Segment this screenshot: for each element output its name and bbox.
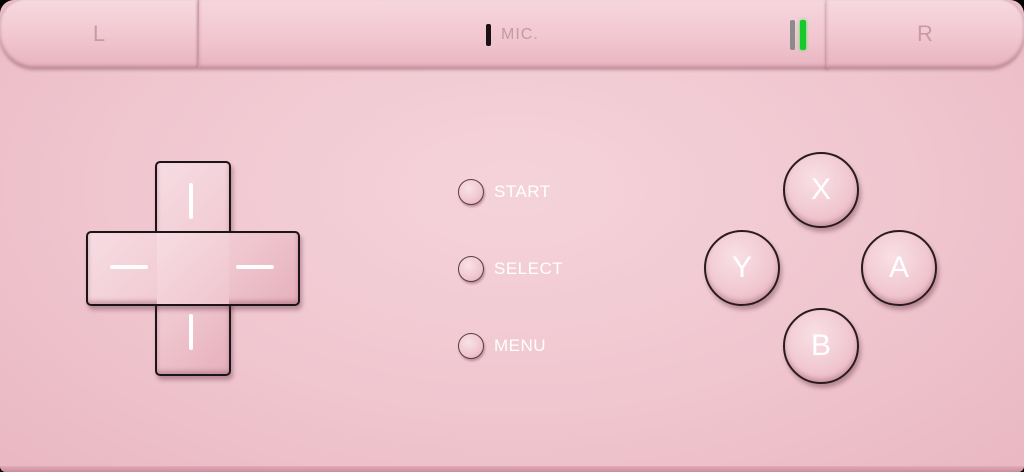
- a-button-label: A: [888, 251, 909, 284]
- mic-label: MIC.: [501, 26, 539, 43]
- mic-bar: MIC.: [198, 0, 828, 68]
- menu-button[interactable]: MENU: [458, 333, 546, 359]
- microphone-icon: [486, 24, 491, 46]
- select-label: SELECT: [494, 259, 564, 278]
- b-button-label: B: [810, 329, 831, 362]
- r-shoulder-label: R: [917, 21, 933, 46]
- charge-led-icon: [790, 20, 795, 50]
- start-button[interactable]: START: [458, 179, 551, 205]
- dpad: [86, 161, 300, 376]
- dpad-right-button[interactable]: [229, 233, 298, 304]
- r-shoulder-button[interactable]: R: [826, 0, 1024, 68]
- bottom-edge: [0, 466, 1024, 472]
- x-button[interactable]: X: [783, 152, 859, 228]
- y-button-label: Y: [731, 251, 752, 284]
- menu-button-circle: [458, 333, 484, 359]
- start-label: START: [494, 182, 551, 201]
- hinge-bar: L MIC. R: [0, 0, 1024, 70]
- dpad-left-button[interactable]: [86, 233, 157, 304]
- select-button[interactable]: SELECT: [458, 256, 563, 282]
- select-button-circle: [458, 256, 484, 282]
- power-led-icon: [800, 20, 806, 50]
- x-button-label: X: [810, 173, 831, 206]
- dpad-down-button[interactable]: [157, 304, 229, 374]
- start-button-circle: [458, 179, 484, 205]
- b-button[interactable]: B: [783, 308, 859, 384]
- dpad-up-button[interactable]: [157, 161, 229, 231]
- menu-label: MENU: [494, 336, 547, 355]
- l-shoulder-button[interactable]: L: [0, 0, 198, 68]
- console-body: L MIC. R START SELECT MENU X Y A B: [0, 0, 1024, 472]
- a-button[interactable]: A: [861, 230, 937, 306]
- dpad-center: [157, 233, 229, 304]
- l-shoulder-label: L: [92, 21, 106, 46]
- y-button[interactable]: Y: [704, 230, 780, 306]
